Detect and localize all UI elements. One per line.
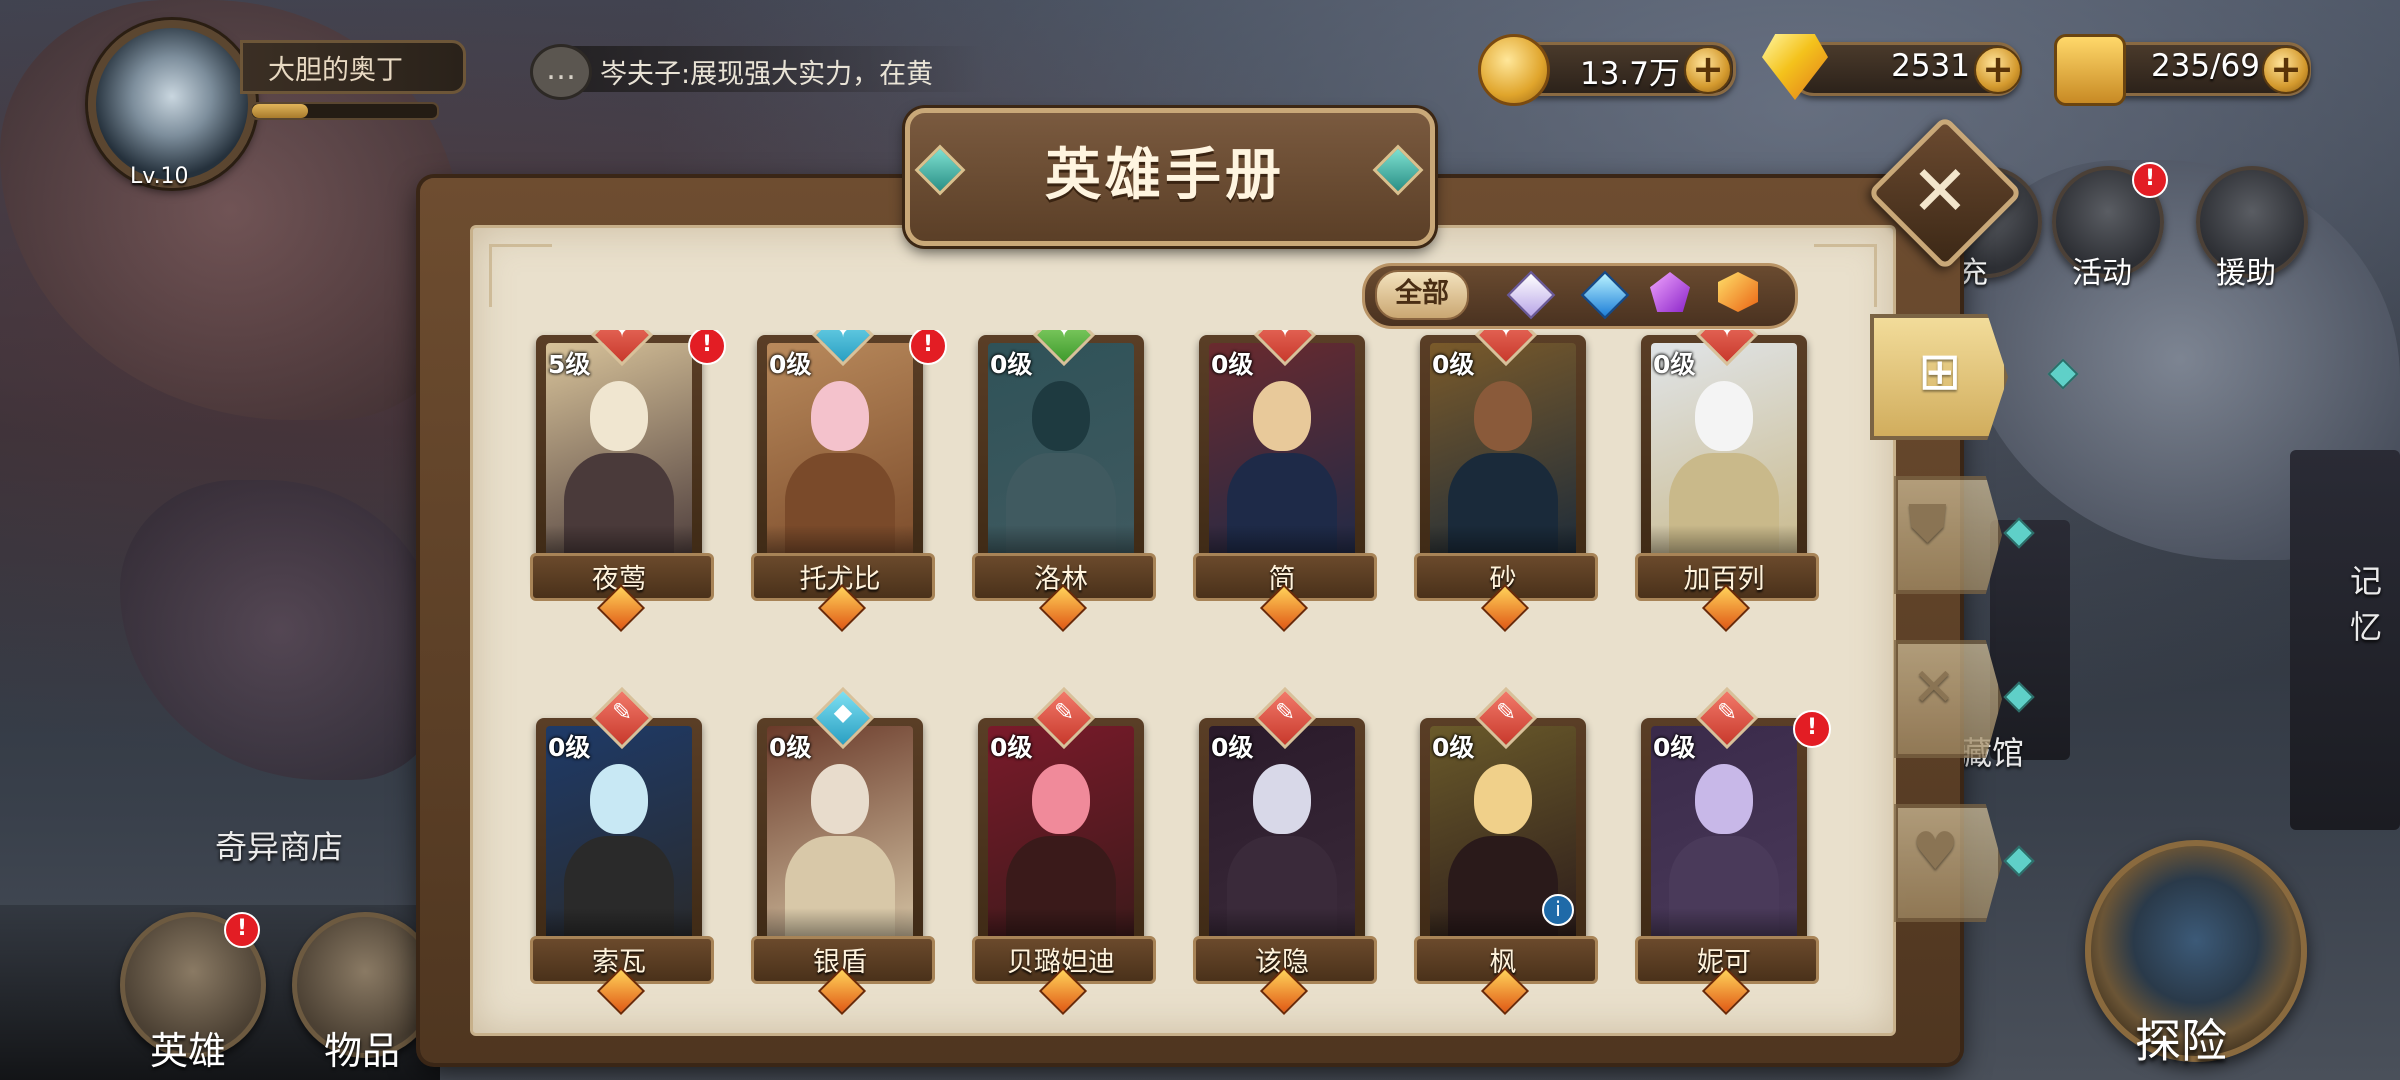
grid-icon: ⊞	[1918, 342, 1962, 402]
hero-card[interactable]: ✦ 0级 简	[1193, 330, 1377, 633]
gems-value: 2531	[1891, 48, 1970, 84]
hero-card[interactable]: ✎ 0级 贝璐妲迪	[972, 686, 1156, 1016]
panel-title: 英雄手册	[1045, 143, 1285, 208]
hero-card[interactable]: ✦ 0级 托尤比 !	[751, 330, 947, 633]
hero-card[interactable]: ✦ 5级 夜莺 !	[530, 330, 726, 633]
hero-level: 0级	[548, 733, 591, 762]
hero-class-glyph: ✎	[1274, 698, 1296, 726]
hero-portrait-head	[1032, 381, 1090, 451]
hero-class-glyph: ✦	[1263, 330, 1307, 343]
tab-arrow-icon	[2003, 845, 2035, 877]
hero-level: 0级	[990, 350, 1033, 379]
hero-new-badge: !	[688, 330, 726, 365]
bg-rock-shop	[120, 480, 440, 780]
gold-add-button[interactable]: +	[1684, 46, 1732, 94]
hero-class-glyph: ✦	[821, 330, 865, 343]
hero-class-glyph: ✎	[1495, 698, 1517, 726]
player-avatar[interactable]	[88, 20, 256, 188]
close-icon[interactable]: ✕	[1890, 150, 1990, 232]
items-label[interactable]: 物品	[324, 1020, 400, 1075]
hero-new-badge: !	[909, 330, 947, 365]
hero-card[interactable]: ✦ 0级 砂	[1414, 330, 1598, 633]
hero-level: 0级	[769, 350, 812, 379]
activity-label[interactable]: 活动	[2072, 248, 2132, 292]
gold-value: 13.7万	[1579, 56, 1680, 92]
hero-new-badge: !	[1793, 710, 1831, 748]
memory-label-partial[interactable]: 记忆	[2350, 556, 2400, 648]
heart-icon: ♥	[1912, 822, 1959, 882]
hero-card[interactable]: ✦ 0级 加百列	[1635, 330, 1819, 633]
hero-portrait-head	[1474, 381, 1532, 451]
stamina-chest-icon	[2054, 34, 2126, 106]
hero-level: 0级	[1432, 733, 1475, 762]
shop-label[interactable]: 奇异商店	[215, 822, 343, 868]
player-name: 大胆的奥丁	[268, 55, 403, 86]
info-icon[interactable]: i	[1542, 894, 1574, 926]
hero-portrait-head	[1695, 381, 1753, 451]
hero-row-2: ✎ 0级 索瓦 ◆ 0级 银盾 ✎ 0级 贝璐妲迪 ✎ 0级 该隐 ✎ 0级 枫…	[510, 680, 1850, 1020]
shield-icon: ⛊	[1908, 494, 1948, 554]
hero-level: 0级	[769, 733, 812, 762]
player-level: Lv.10	[130, 164, 189, 189]
filter-all-button[interactable]: 全部	[1375, 270, 1469, 320]
hero-level: 0级	[990, 733, 1033, 762]
hero-portrait-head	[590, 381, 648, 451]
hero-level: 0级	[1211, 350, 1254, 379]
heroes-label[interactable]: 英雄	[150, 1020, 226, 1075]
hero-portrait-head	[811, 764, 869, 834]
player-xp-fill	[252, 104, 308, 118]
hero-card[interactable]: ✎ 0级 索瓦	[530, 686, 714, 1016]
hero-portrait-head	[1253, 764, 1311, 834]
hero-level: 0级	[1653, 733, 1696, 762]
stamina-value: 235/69	[2150, 48, 2260, 84]
chat-message[interactable]: 岑夫子:展现强大实力，在黄	[600, 52, 970, 91]
hero-class-glyph: ◆	[833, 698, 853, 726]
hero-row-1: ✦ 5级 夜莺 ! ✦ 0级 托尤比 !	[510, 330, 1850, 665]
hero-portrait-head	[1695, 764, 1753, 834]
hero-portrait-head	[1474, 764, 1532, 834]
recharge-label-partial[interactable]: 充	[1958, 248, 1988, 292]
corner-ornament	[489, 244, 552, 307]
hero-class-glyph: ✎	[1716, 698, 1738, 726]
hero-portrait-head	[1032, 764, 1090, 834]
hero-level: 5级	[548, 350, 591, 379]
activity-badge: !	[2132, 162, 2168, 198]
hero-card[interactable]: ◆ 0级 银盾	[751, 686, 935, 1016]
hero-card[interactable]: ✎ 0级 该隐	[1193, 686, 1377, 1016]
hero-class-glyph: ✎	[1053, 698, 1075, 726]
chat-icon[interactable]: …	[530, 44, 592, 100]
hero-portrait-head	[590, 764, 648, 834]
stamina-add-button[interactable]: +	[2262, 46, 2310, 94]
hero-level: 0级	[1211, 733, 1254, 762]
hero-class-glyph: ✦	[1705, 330, 1749, 343]
corner-ornament	[1814, 244, 1877, 307]
hero-class-glyph: ✦	[1484, 330, 1528, 343]
hero-card[interactable]: ✎ 0级 枫 i	[1414, 686, 1598, 1016]
hero-class-glyph: ✎	[611, 698, 633, 726]
bg-tower-mid	[1990, 520, 2070, 760]
support-label[interactable]: 援助	[2216, 248, 2276, 292]
heroes-badge: !	[224, 912, 260, 948]
sword-icon: ✕	[1912, 658, 1956, 718]
hero-card[interactable]: ✎ 0级 妮可 !	[1635, 686, 1831, 1016]
hero-portrait-head	[1253, 381, 1311, 451]
player-xp-bar	[250, 102, 439, 120]
hero-card[interactable]: ✦ 0级 洛林	[972, 330, 1156, 633]
explore-label[interactable]: 探险	[2135, 1005, 2227, 1071]
hero-portrait-head	[811, 381, 869, 451]
gems-add-button[interactable]: +	[1974, 46, 2022, 94]
hero-level: 0级	[1432, 350, 1475, 379]
hero-class-glyph: ✦	[600, 330, 644, 343]
hero-level: 0级	[1653, 350, 1696, 379]
gold-coin-icon	[1478, 34, 1550, 106]
hero-class-glyph: ✦	[1042, 330, 1086, 343]
